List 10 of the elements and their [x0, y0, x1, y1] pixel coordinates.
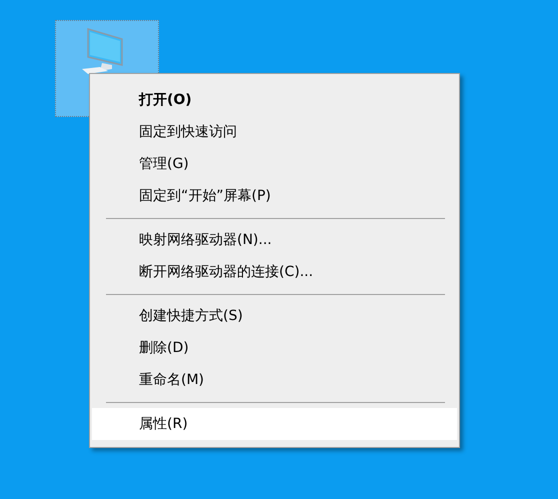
- menu-item[interactable]: 打开(O): [92, 84, 457, 116]
- menu-item[interactable]: 创建快捷方式(S): [92, 300, 457, 332]
- menu-item[interactable]: 固定到快速访问: [92, 116, 457, 148]
- menu-item[interactable]: 删除(D): [92, 332, 457, 364]
- menu-item[interactable]: 属性(R): [92, 408, 457, 440]
- menu-item[interactable]: 重命名(M): [92, 364, 457, 396]
- menu-item[interactable]: 断开网络驱动器的连接(C)...: [92, 256, 457, 288]
- menu-item[interactable]: 固定到“开始”屏幕(P): [92, 180, 457, 212]
- menu-item[interactable]: 管理(G): [92, 148, 457, 180]
- menu-item[interactable]: 映射网络驱动器(N)...: [92, 224, 457, 256]
